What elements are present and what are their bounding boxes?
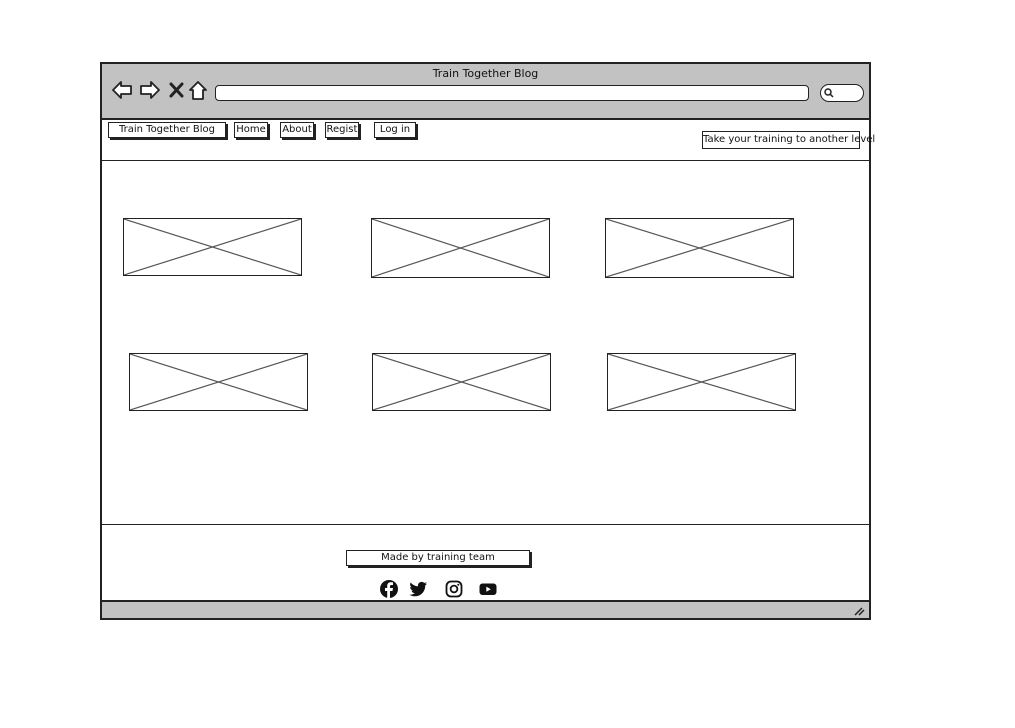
nav-login[interactable]: Log in	[374, 122, 416, 138]
image-placeholder	[129, 353, 308, 411]
header-divider	[102, 160, 869, 161]
brand-button[interactable]: Train Together Blog	[108, 122, 226, 138]
window-title: Train Together Blog	[432, 67, 539, 80]
forward-arrow-icon[interactable]	[139, 79, 161, 101]
image-placeholder	[372, 353, 551, 411]
image-placeholder	[371, 218, 550, 278]
search-box[interactable]	[820, 84, 864, 102]
twitter-icon[interactable]	[408, 579, 428, 599]
back-arrow-icon[interactable]	[111, 79, 133, 101]
address-bar[interactable]	[215, 85, 809, 101]
status-bar	[102, 600, 869, 618]
footer-credit: Made by training team	[346, 550, 530, 566]
image-placeholder	[123, 218, 302, 276]
footer-divider	[102, 524, 869, 525]
facebook-icon[interactable]	[379, 579, 399, 599]
nav-about[interactable]: About	[280, 122, 314, 138]
nav-register[interactable]: Regist	[325, 122, 359, 138]
resize-grip-icon[interactable]	[853, 606, 865, 616]
nav-home[interactable]: Home	[234, 122, 268, 138]
close-icon[interactable]	[166, 79, 188, 101]
tagline: Take your training to another level	[702, 131, 875, 149]
youtube-icon[interactable]	[478, 579, 498, 599]
home-icon[interactable]	[187, 79, 209, 101]
image-placeholder	[605, 218, 794, 278]
image-placeholder	[607, 353, 796, 411]
browser-window: Train Together Blog Train Together Blog …	[100, 62, 875, 620]
search-icon	[824, 88, 834, 98]
instagram-icon[interactable]	[444, 579, 464, 599]
browser-toolbar: Train Together Blog	[102, 64, 869, 120]
